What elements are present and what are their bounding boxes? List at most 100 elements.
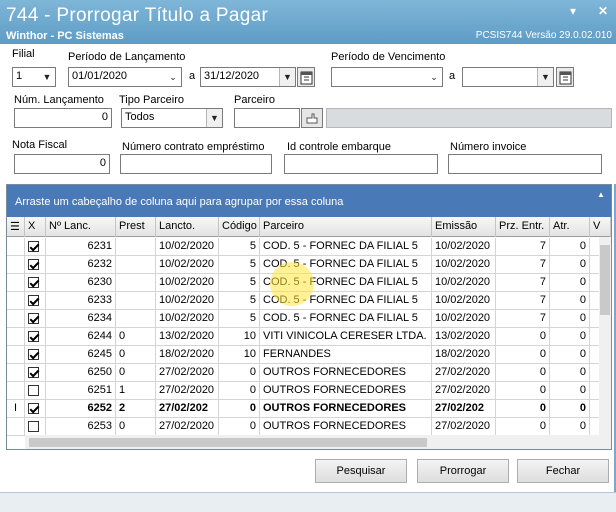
cell-lancto: 27/02/2020 (156, 382, 219, 400)
id-controle-input[interactable] (284, 154, 438, 174)
row-checkbox[interactable] (28, 295, 39, 306)
column-header-atr[interactable]: Atr. (550, 217, 590, 237)
cell-prest: 0 (116, 346, 156, 364)
parceiro-search-button[interactable] (301, 108, 323, 128)
cell-num: 6250 (46, 364, 116, 382)
parceiro-input[interactable] (234, 108, 300, 128)
column-menu-icon[interactable]: ☰ (7, 217, 25, 237)
chevron-down-icon[interactable]: ▼ (537, 68, 553, 86)
row-select-cell (25, 256, 46, 274)
vencimento-to-date[interactable]: ▼ (462, 67, 554, 87)
cell-emissao: 10/02/2020 (432, 256, 496, 274)
numero-invoice-input[interactable] (448, 154, 602, 174)
row-checkbox[interactable] (28, 259, 39, 270)
column-header-codigo[interactable]: Código (219, 217, 260, 237)
cell-codigo: 5 (219, 292, 260, 310)
tipo-parceiro-select[interactable]: Todos ▼ (121, 108, 223, 128)
vertical-scroll-thumb[interactable] (600, 245, 610, 315)
pesquisar-button[interactable]: Pesquisar (315, 459, 407, 483)
cell-atr: 0 (550, 328, 590, 346)
cell-codigo: 0 (219, 382, 260, 400)
table-row[interactable]: 6244 0 13/02/2020 10 VITI VINICOLA CERESER L… (7, 328, 611, 346)
row-checkbox[interactable] (28, 403, 39, 414)
table-row[interactable]: 6231 10/02/2020 5 COD. 5 - FORNEC DA FILIAL… (7, 238, 611, 256)
fechar-button[interactable]: Fechar (517, 459, 609, 483)
calendar-button-lancamento[interactable] (297, 67, 315, 87)
row-indicator (7, 328, 25, 346)
row-checkbox[interactable] (28, 349, 39, 360)
cell-parceiro: OUTROS FORNECEDORES (260, 382, 432, 400)
group-by-bar[interactable]: Arraste um cabeçalho de coluna aqui para… (7, 185, 611, 217)
cell-lancto: 10/02/2020 (156, 256, 219, 274)
chevron-down-icon[interactable]: ⌄ (165, 68, 181, 86)
filial-select[interactable]: 1 ▼ (12, 67, 56, 87)
filial-label: Filial (12, 48, 35, 60)
filial-value: 1 (16, 70, 23, 82)
cell-emissao: 10/02/2020 (432, 238, 496, 256)
table-row[interactable]: 6245 0 18/02/2020 10 FERNANDES 18/02/2020 0 0 (7, 346, 611, 364)
row-checkbox[interactable] (28, 331, 39, 342)
table-row[interactable]: 6234 10/02/2020 5 COD. 5 - FORNEC DA FILIAL… (7, 310, 611, 328)
cell-num: 6251 (46, 382, 116, 400)
cell-parceiro: OUTROS FORNECEDORES (260, 418, 432, 436)
numero-contrato-input[interactable] (120, 154, 272, 174)
cell-num: 6252 (46, 400, 116, 418)
lancamento-from-date[interactable]: 01/01/2020 ⌄ (68, 67, 182, 87)
table-row[interactable]: 6253 0 27/02/2020 0 OUTROS FORNECEDORES 27/02… (7, 418, 611, 436)
prorrogar-button[interactable]: Prorrogar (417, 459, 509, 483)
column-header-emissao[interactable]: Emissão (432, 217, 496, 237)
column-header-parceiro[interactable]: Parceiro (260, 217, 432, 237)
lancamento-to-date[interactable]: 31/12/2020 ▼ (200, 67, 296, 87)
cell-emissao: 27/02/2020 (432, 364, 496, 382)
row-select-cell (25, 346, 46, 364)
row-checkbox[interactable] (28, 313, 39, 324)
cell-prz: 7 (496, 292, 550, 310)
chevron-down-icon[interactable]: ⌄ (426, 68, 442, 86)
column-header-v[interactable]: V (590, 217, 611, 237)
chevron-down-icon[interactable]: ▼ (279, 68, 295, 86)
column-header-num-lanc[interactable]: Nº Lanc. (46, 217, 116, 237)
row-checkbox[interactable] (28, 385, 39, 396)
table-row[interactable]: 6250 0 27/02/2020 0 OUTROS FORNECEDORES 27/02… (7, 364, 611, 382)
cell-lancto: 27/02/202 (156, 400, 219, 418)
chevron-down-icon[interactable]: ▼ (206, 109, 222, 127)
row-checkbox[interactable] (28, 277, 39, 288)
calendar-button-vencimento[interactable] (556, 67, 574, 87)
cell-emissao: 27/02/2020 (432, 418, 496, 436)
row-checkbox[interactable] (28, 367, 39, 378)
vertical-scrollbar[interactable] (599, 237, 611, 449)
table-row[interactable]: 6251 1 27/02/2020 0 OUTROS FORNECEDORES 27/02… (7, 382, 611, 400)
row-select-cell (25, 238, 46, 256)
row-select-cell (25, 400, 46, 418)
cell-codigo: 5 (219, 310, 260, 328)
chevron-down-icon[interactable]: ▼ (39, 68, 55, 86)
vencimento-from-date[interactable]: ⌄ (331, 67, 443, 87)
column-header-x[interactable]: X (25, 217, 46, 237)
cell-lancto: 27/02/2020 (156, 418, 219, 436)
cell-parceiro: OUTROS FORNECEDORES (260, 364, 432, 382)
nota-fiscal-input[interactable]: 0 (14, 154, 110, 174)
cell-num: 6245 (46, 346, 116, 364)
cell-atr: 0 (550, 364, 590, 382)
row-indicator (7, 238, 25, 256)
row-checkbox[interactable] (28, 421, 39, 432)
calendar-icon (559, 71, 572, 85)
cell-prz: 7 (496, 256, 550, 274)
scroll-up-icon[interactable]: ▲ (595, 189, 607, 201)
cell-prz: 0 (496, 328, 550, 346)
minimize-button[interactable]: ▾ (566, 4, 580, 18)
column-header-prest[interactable]: Prest (116, 217, 156, 237)
cell-atr: 0 (550, 400, 590, 418)
cell-prest: 0 (116, 364, 156, 382)
row-checkbox[interactable] (28, 241, 39, 252)
column-header-lancto[interactable]: Lancto. (156, 217, 219, 237)
horizontal-scroll-thumb[interactable] (29, 438, 427, 447)
close-button[interactable]: ✕ (596, 4, 610, 18)
cursor-highlight (270, 262, 314, 306)
cell-lancto: 27/02/2020 (156, 364, 219, 382)
cell-emissao: 27/02/202 (432, 400, 496, 418)
num-lancamento-input[interactable]: 0 (14, 108, 112, 128)
column-header-prz-entr[interactable]: Prz. Entr. (496, 217, 550, 237)
table-row[interactable]: I 6252 2 27/02/202 0 OUTROS FORNECEDORES 27/02… (7, 400, 611, 418)
horizontal-scrollbar[interactable] (25, 435, 599, 449)
